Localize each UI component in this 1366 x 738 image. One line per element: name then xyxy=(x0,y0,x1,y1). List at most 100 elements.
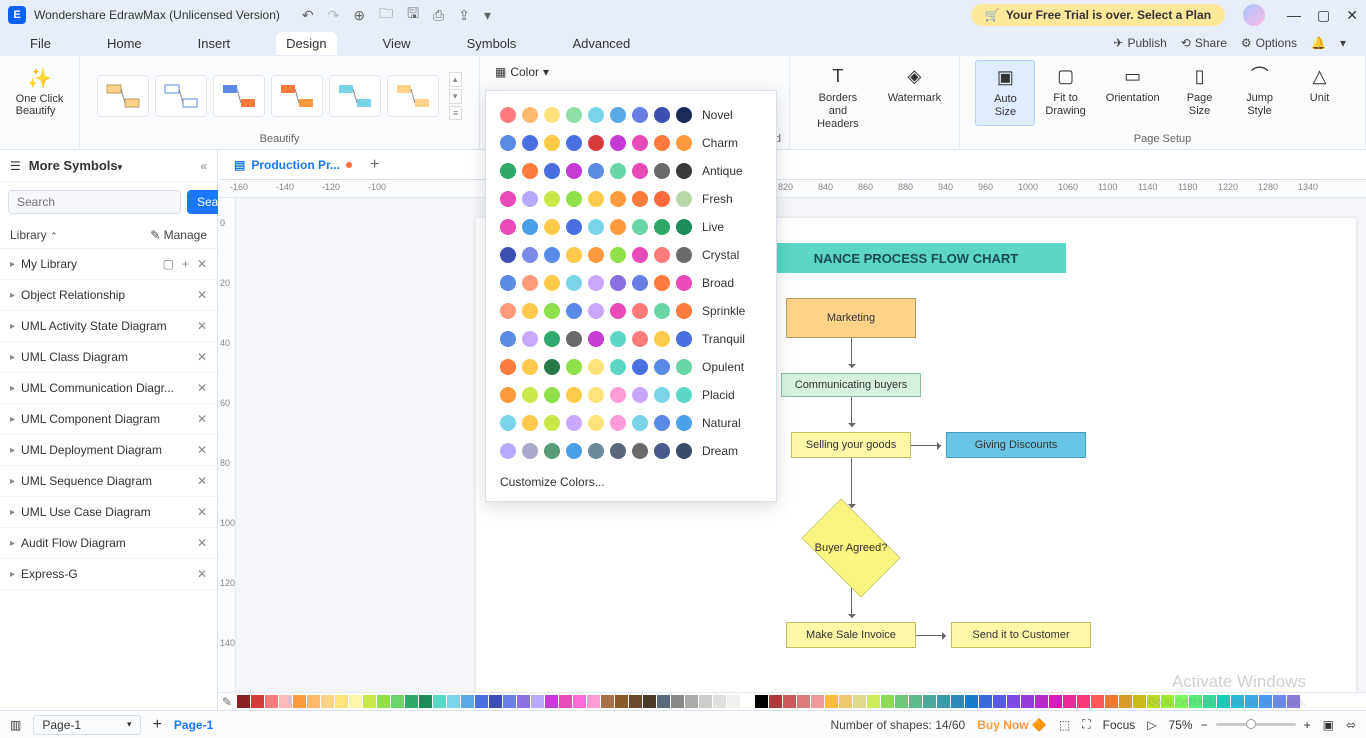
color-swatch[interactable] xyxy=(676,303,692,319)
colorbar-swatch[interactable] xyxy=(489,695,502,708)
theme-thumb[interactable] xyxy=(387,75,439,117)
close-icon[interactable]: ✕ xyxy=(197,567,207,581)
search-input[interactable] xyxy=(8,190,181,214)
color-swatch[interactable] xyxy=(588,247,604,263)
colorbar-swatch[interactable] xyxy=(1049,695,1062,708)
colorbar-swatch[interactable] xyxy=(1259,695,1272,708)
color-swatch[interactable] xyxy=(632,331,648,347)
colorbar-swatch[interactable] xyxy=(307,695,320,708)
color-swatch[interactable] xyxy=(676,219,692,235)
color-swatch[interactable] xyxy=(544,191,560,207)
color-swatch[interactable] xyxy=(566,247,582,263)
fit-page-icon[interactable]: ▣ xyxy=(1323,718,1334,732)
fit-drawing-button[interactable]: ▢Fit to Drawing xyxy=(1035,60,1095,124)
color-swatch[interactable] xyxy=(544,415,560,431)
menu-advanced[interactable]: Advanced xyxy=(562,32,640,55)
focus-button[interactable]: Focus xyxy=(1103,718,1136,732)
color-swatch[interactable] xyxy=(522,303,538,319)
color-swatch[interactable] xyxy=(544,387,560,403)
options-button[interactable]: ⚙ Options xyxy=(1241,36,1297,50)
colorbar-swatch[interactable] xyxy=(769,695,782,708)
colorbar-swatch[interactable] xyxy=(825,695,838,708)
color-swatch[interactable] xyxy=(588,191,604,207)
color-swatch[interactable] xyxy=(544,331,560,347)
close-icon[interactable]: ✕ xyxy=(197,474,207,488)
zoom-slider[interactable] xyxy=(1216,723,1296,726)
gallery-more-icon[interactable]: ≡ xyxy=(449,106,462,120)
zoom-out-button[interactable]: − xyxy=(1201,718,1208,732)
color-swatch[interactable] xyxy=(544,303,560,319)
colorbar-swatch[interactable] xyxy=(629,695,642,708)
color-dropdown[interactable]: ▦ Color ▾ xyxy=(488,60,556,84)
library-item[interactable]: ▸ UML Use Case Diagram ✕ xyxy=(0,497,217,528)
colorbar-swatch[interactable] xyxy=(1021,695,1034,708)
color-swatch[interactable] xyxy=(588,163,604,179)
page-tab[interactable]: Page-1 xyxy=(174,718,213,732)
edit-icon[interactable]: ▢ xyxy=(163,257,174,271)
color-swatch[interactable] xyxy=(522,359,538,375)
redo-icon[interactable]: ↷ xyxy=(328,7,340,24)
colorbar-swatch[interactable] xyxy=(363,695,376,708)
colorbar-swatch[interactable] xyxy=(531,695,544,708)
color-swatch[interactable] xyxy=(676,331,692,347)
color-swatch[interactable] xyxy=(522,163,538,179)
colorbar-swatch[interactable] xyxy=(293,695,306,708)
colorbar-swatch[interactable] xyxy=(1287,695,1300,708)
colorbar-swatch[interactable] xyxy=(1231,695,1244,708)
colorbar-swatch[interactable] xyxy=(713,695,726,708)
color-swatch[interactable] xyxy=(500,191,516,207)
color-swatch[interactable] xyxy=(676,247,692,263)
color-swatch[interactable] xyxy=(544,247,560,263)
color-swatch[interactable] xyxy=(522,443,538,459)
color-bar[interactable]: ✎ xyxy=(218,692,1366,710)
color-swatch[interactable] xyxy=(610,247,626,263)
color-swatch[interactable] xyxy=(610,443,626,459)
trial-banner[interactable]: 🛒 Your Free Trial is over. Select a Plan xyxy=(971,4,1225,26)
color-swatch[interactable] xyxy=(500,303,516,319)
colorbar-swatch[interactable] xyxy=(335,695,348,708)
new-icon[interactable]: ⊕ xyxy=(353,7,365,24)
color-swatch[interactable] xyxy=(654,219,670,235)
color-swatch[interactable] xyxy=(588,415,604,431)
color-swatch[interactable] xyxy=(632,443,648,459)
colorbar-swatch[interactable] xyxy=(433,695,446,708)
share-button[interactable]: ⟲ Share xyxy=(1181,36,1227,50)
colorbar-swatch[interactable] xyxy=(349,695,362,708)
color-swatch[interactable] xyxy=(632,247,648,263)
color-swatch[interactable] xyxy=(588,135,604,151)
color-swatch[interactable] xyxy=(522,219,538,235)
colorbar-swatch[interactable] xyxy=(545,695,558,708)
color-swatch[interactable] xyxy=(500,387,516,403)
save-icon[interactable]: 🖫 xyxy=(407,3,419,27)
colorbar-swatch[interactable] xyxy=(923,695,936,708)
colorbar-swatch[interactable] xyxy=(853,695,866,708)
color-theme-row[interactable]: Live xyxy=(500,213,762,241)
color-swatch[interactable] xyxy=(676,443,692,459)
color-swatch[interactable] xyxy=(544,135,560,151)
color-swatch[interactable] xyxy=(566,303,582,319)
colorbar-swatch[interactable] xyxy=(559,695,572,708)
color-swatch[interactable] xyxy=(610,107,626,123)
color-swatch[interactable] xyxy=(676,163,692,179)
color-swatch[interactable] xyxy=(522,191,538,207)
color-swatch[interactable] xyxy=(654,443,670,459)
color-theme-row[interactable]: Novel xyxy=(500,101,762,129)
print-icon[interactable]: ⎙ xyxy=(433,7,444,24)
colorbar-swatch[interactable] xyxy=(279,695,292,708)
colorbar-swatch[interactable] xyxy=(447,695,460,708)
colorbar-swatch[interactable] xyxy=(391,695,404,708)
color-swatch[interactable] xyxy=(632,303,648,319)
color-swatch[interactable] xyxy=(654,331,670,347)
color-swatch[interactable] xyxy=(654,191,670,207)
theme-thumb[interactable] xyxy=(213,75,265,117)
layers-icon[interactable]: ⬚ xyxy=(1059,718,1070,732)
manage-button[interactable]: ✎ Manage xyxy=(150,228,207,242)
color-swatch[interactable] xyxy=(566,135,582,151)
color-swatch[interactable] xyxy=(632,275,648,291)
close-icon[interactable]: ✕ xyxy=(197,412,207,426)
color-swatch[interactable] xyxy=(610,331,626,347)
color-theme-row[interactable]: Placid xyxy=(500,381,762,409)
avatar[interactable] xyxy=(1243,4,1265,26)
color-swatch[interactable] xyxy=(676,387,692,403)
colorbar-swatch[interactable] xyxy=(1119,695,1132,708)
